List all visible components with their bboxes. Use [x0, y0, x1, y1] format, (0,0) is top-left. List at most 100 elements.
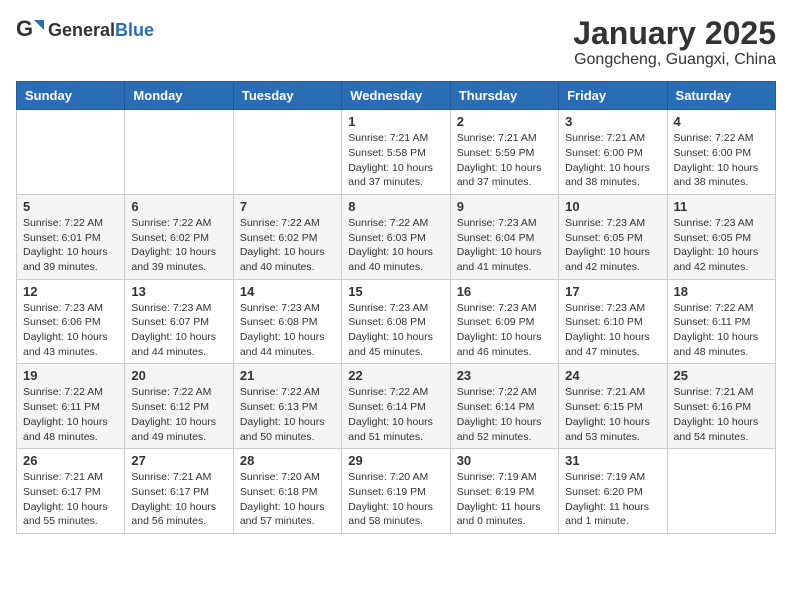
- calendar-cell: 18Sunrise: 7:22 AM Sunset: 6:11 PM Dayli…: [667, 279, 775, 364]
- day-number: 13: [131, 284, 226, 299]
- day-info: Sunrise: 7:23 AM Sunset: 6:04 PM Dayligh…: [457, 216, 552, 275]
- logo-text-blue: Blue: [115, 20, 154, 40]
- calendar-cell: 17 Sunrise: 7:23 AM Sunset: 6:10 PM Dayli…: [559, 279, 667, 364]
- day-info: Sunrise: 7:23 AM Sunset: 6:07 PM Dayligh…: [131, 301, 226, 360]
- weekday-header: Sunday: [17, 82, 125, 110]
- calendar-cell: 22Sunrise: 7:22 AM Sunset: 6:14 PM Dayli…: [342, 364, 450, 449]
- calendar-cell: 19 Sunrise: 7:22 AM Sunset: 6:11 PM Dayli…: [17, 364, 125, 449]
- calendar-cell: 13 Sunrise: 7:23 AM Sunset: 6:07 PM Dayli…: [125, 279, 233, 364]
- calendar-table: SundayMondayTuesdayWednesdayThursdayFrid…: [16, 81, 776, 534]
- day-number: 24: [565, 368, 660, 383]
- calendar-cell: 27Sunrise: 7:21 AM Sunset: 6:17 PM Dayli…: [125, 449, 233, 534]
- calendar-cell: 31 Sunrise: 7:19 AM Sunset: 6:20 PM Dayli…: [559, 449, 667, 534]
- calendar-cell: 10 Sunrise: 7:23 AM Sunset: 6:05 PM Dayli…: [559, 194, 667, 279]
- calendar-week-row: 26 Sunrise: 7:21 AM Sunset: 6:17 PM Dayli…: [17, 449, 776, 534]
- calendar-cell: 2Sunrise: 7:21 AM Sunset: 5:59 PM Daylig…: [450, 110, 558, 195]
- day-number: 5: [23, 199, 118, 214]
- day-info: Sunrise: 7:23 AM Sunset: 6:10 PM Dayligh…: [565, 301, 660, 360]
- day-number: 18: [674, 284, 769, 299]
- day-info: Sunrise: 7:21 AM Sunset: 5:58 PM Dayligh…: [348, 131, 443, 190]
- day-info: Sunrise: 7:21 AM Sunset: 6:16 PM Dayligh…: [674, 385, 769, 444]
- day-number: 8: [348, 199, 443, 214]
- day-number: 15: [348, 284, 443, 299]
- day-info: Sunrise: 7:23 AM Sunset: 6:05 PM Dayligh…: [674, 216, 769, 275]
- day-number: 28: [240, 453, 335, 468]
- calendar-cell: [233, 110, 341, 195]
- calendar-cell: [125, 110, 233, 195]
- calendar-week-row: 1 Sunrise: 7:21 AM Sunset: 5:58 PM Daylig…: [17, 110, 776, 195]
- day-info: Sunrise: 7:22 AM Sunset: 6:14 PM Dayligh…: [348, 385, 443, 444]
- calendar-cell: 15 Sunrise: 7:23 AM Sunset: 6:08 PM Dayli…: [342, 279, 450, 364]
- day-info: Sunrise: 7:23 AM Sunset: 6:08 PM Dayligh…: [348, 301, 443, 360]
- day-number: 1: [348, 114, 443, 129]
- day-number: 10: [565, 199, 660, 214]
- day-number: 6: [131, 199, 226, 214]
- day-info: Sunrise: 7:21 AM Sunset: 6:00 PM Dayligh…: [565, 131, 660, 190]
- day-info: Sunrise: 7:22 AM Sunset: 6:14 PM Dayligh…: [457, 385, 552, 444]
- day-number: 2: [457, 114, 552, 129]
- day-info: Sunrise: 7:22 AM Sunset: 6:13 PM Dayligh…: [240, 385, 335, 444]
- day-info: Sunrise: 7:23 AM Sunset: 6:09 PM Dayligh…: [457, 301, 552, 360]
- calendar-cell: 23 Sunrise: 7:22 AM Sunset: 6:14 PM Dayli…: [450, 364, 558, 449]
- day-number: 29: [348, 453, 443, 468]
- title-block: January 2025 Gongcheng, Guangxi, China: [573, 16, 776, 69]
- calendar-cell: 25 Sunrise: 7:21 AM Sunset: 6:16 PM Dayli…: [667, 364, 775, 449]
- day-info: Sunrise: 7:20 AM Sunset: 6:19 PM Dayligh…: [348, 470, 443, 529]
- day-info: Sunrise: 7:19 AM Sunset: 6:19 PM Dayligh…: [457, 470, 552, 529]
- day-number: 19: [23, 368, 118, 383]
- calendar-cell: 6Sunrise: 7:22 AM Sunset: 6:02 PM Daylig…: [125, 194, 233, 279]
- calendar-cell: 26 Sunrise: 7:21 AM Sunset: 6:17 PM Dayli…: [17, 449, 125, 534]
- month-title: January 2025: [573, 16, 776, 51]
- logo-icon: G: [16, 16, 44, 44]
- weekday-header: Thursday: [450, 82, 558, 110]
- calendar-cell: 24Sunrise: 7:21 AM Sunset: 6:15 PM Dayli…: [559, 364, 667, 449]
- day-info: Sunrise: 7:23 AM Sunset: 6:06 PM Dayligh…: [23, 301, 118, 360]
- calendar-cell: [17, 110, 125, 195]
- day-info: Sunrise: 7:22 AM Sunset: 6:01 PM Dayligh…: [23, 216, 118, 275]
- day-number: 16: [457, 284, 552, 299]
- day-info: Sunrise: 7:23 AM Sunset: 6:08 PM Dayligh…: [240, 301, 335, 360]
- day-number: 23: [457, 368, 552, 383]
- calendar-cell: 29 Sunrise: 7:20 AM Sunset: 6:19 PM Dayli…: [342, 449, 450, 534]
- calendar-cell: 4Sunrise: 7:22 AM Sunset: 6:00 PM Daylig…: [667, 110, 775, 195]
- day-info: Sunrise: 7:19 AM Sunset: 6:20 PM Dayligh…: [565, 470, 660, 529]
- weekday-header: Friday: [559, 82, 667, 110]
- day-info: Sunrise: 7:22 AM Sunset: 6:00 PM Dayligh…: [674, 131, 769, 190]
- day-number: 3: [565, 114, 660, 129]
- day-number: 9: [457, 199, 552, 214]
- svg-text:G: G: [16, 16, 33, 41]
- weekday-header: Tuesday: [233, 82, 341, 110]
- calendar-cell: 7 Sunrise: 7:22 AM Sunset: 6:02 PM Daylig…: [233, 194, 341, 279]
- day-info: Sunrise: 7:22 AM Sunset: 6:12 PM Dayligh…: [131, 385, 226, 444]
- calendar-week-row: 19 Sunrise: 7:22 AM Sunset: 6:11 PM Dayli…: [17, 364, 776, 449]
- calendar-cell: 20 Sunrise: 7:22 AM Sunset: 6:12 PM Dayli…: [125, 364, 233, 449]
- day-number: 20: [131, 368, 226, 383]
- day-number: 26: [23, 453, 118, 468]
- calendar-cell: [667, 449, 775, 534]
- day-info: Sunrise: 7:20 AM Sunset: 6:18 PM Dayligh…: [240, 470, 335, 529]
- weekday-header: Saturday: [667, 82, 775, 110]
- day-info: Sunrise: 7:23 AM Sunset: 6:05 PM Dayligh…: [565, 216, 660, 275]
- day-number: 7: [240, 199, 335, 214]
- calendar-cell: 12 Sunrise: 7:23 AM Sunset: 6:06 PM Dayli…: [17, 279, 125, 364]
- day-info: Sunrise: 7:21 AM Sunset: 6:17 PM Dayligh…: [131, 470, 226, 529]
- calendar-cell: 30Sunrise: 7:19 AM Sunset: 6:19 PM Dayli…: [450, 449, 558, 534]
- calendar-cell: 3 Sunrise: 7:21 AM Sunset: 6:00 PM Daylig…: [559, 110, 667, 195]
- day-info: Sunrise: 7:21 AM Sunset: 6:17 PM Dayligh…: [23, 470, 118, 529]
- day-number: 31: [565, 453, 660, 468]
- day-number: 17: [565, 284, 660, 299]
- day-info: Sunrise: 7:22 AM Sunset: 6:02 PM Dayligh…: [240, 216, 335, 275]
- day-info: Sunrise: 7:22 AM Sunset: 6:11 PM Dayligh…: [23, 385, 118, 444]
- day-number: 12: [23, 284, 118, 299]
- logo: G GeneralBlue: [16, 16, 154, 44]
- weekday-header: Wednesday: [342, 82, 450, 110]
- calendar-cell: 9 Sunrise: 7:23 AM Sunset: 6:04 PM Daylig…: [450, 194, 558, 279]
- weekday-header: Monday: [125, 82, 233, 110]
- day-number: 25: [674, 368, 769, 383]
- day-info: Sunrise: 7:22 AM Sunset: 6:03 PM Dayligh…: [348, 216, 443, 275]
- calendar-cell: 5 Sunrise: 7:22 AM Sunset: 6:01 PM Daylig…: [17, 194, 125, 279]
- calendar-cell: 21Sunrise: 7:22 AM Sunset: 6:13 PM Dayli…: [233, 364, 341, 449]
- day-number: 11: [674, 199, 769, 214]
- weekday-header-row: SundayMondayTuesdayWednesdayThursdayFrid…: [17, 82, 776, 110]
- logo-text-general: General: [48, 20, 115, 40]
